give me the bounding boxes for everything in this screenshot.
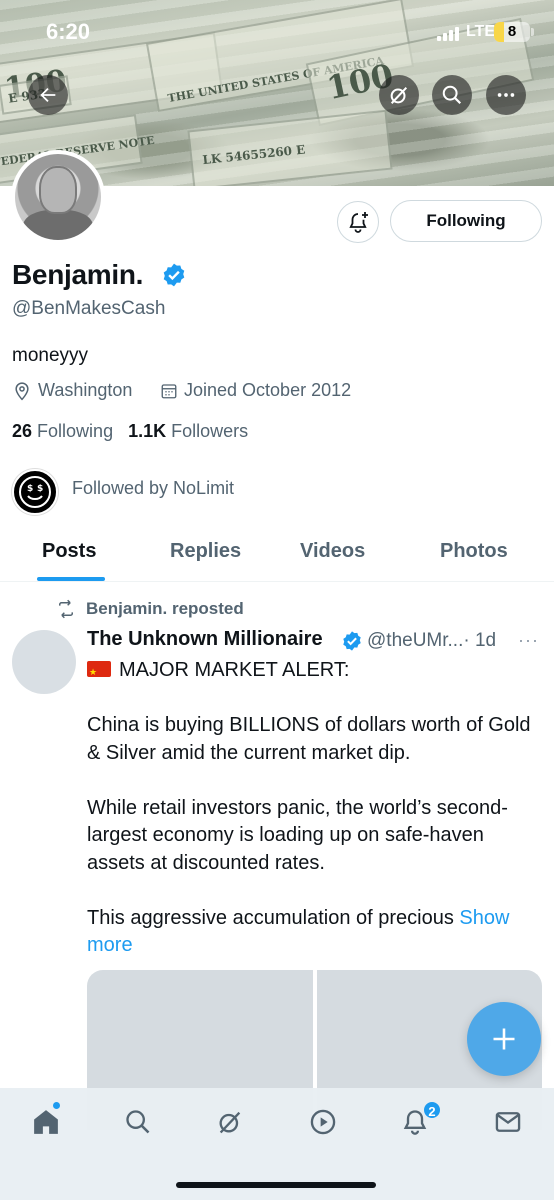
post-paragraph-3: This aggressive accumulation of precious: [87, 906, 454, 929]
verified-badge-icon: [343, 631, 361, 651]
china-flag-icon: [87, 659, 111, 687]
followed-by-text[interactable]: Followed by NoLimit: [72, 478, 234, 499]
following-count: 26: [12, 421, 33, 441]
profile-joined: Joined October 2012: [160, 380, 351, 401]
plus-icon: [493, 1028, 515, 1050]
home-unread-dot: [53, 1102, 60, 1109]
bell-plus-icon: [349, 212, 368, 233]
verified-badge-icon: [163, 263, 185, 287]
smiley-dollar-icon: $ $: [19, 476, 51, 508]
tab-photos[interactable]: Photos: [440, 540, 508, 563]
location-pin-icon: [15, 381, 29, 400]
avatar-face: [39, 166, 77, 214]
more-horizontal-icon: [497, 93, 515, 97]
repost-icon: [59, 599, 73, 619]
post-more-button[interactable]: ···: [518, 630, 539, 651]
avatar-coat: [23, 210, 93, 240]
tab-posts[interactable]: Posts: [42, 540, 96, 563]
follow-counts: 26 Following 1.1K Followers: [12, 421, 248, 442]
grok-icon: [390, 86, 408, 104]
post-handle-text: @theUMr...: [367, 630, 464, 651]
post-time: · 1d: [463, 630, 497, 651]
tab-replies[interactable]: Replies: [170, 540, 241, 563]
repost-indicator[interactable]: Benjamin. reposted: [56, 599, 244, 619]
followed-by-avatar[interactable]: $ $: [12, 469, 58, 515]
post-paragraph-1: China is buying BILLIONS of dollars wort…: [87, 714, 531, 764]
search-icon: [442, 85, 462, 105]
grok-icon: [219, 1111, 241, 1134]
battery-icon: 8: [494, 22, 530, 42]
profile-handle: @BenMakesCash: [12, 298, 166, 319]
nav-home[interactable]: [28, 1104, 64, 1140]
repost-label: Benjamin. reposted: [86, 599, 244, 618]
joined-text: Joined October 2012: [184, 380, 352, 400]
video-icon: [310, 1109, 336, 1135]
following-label: Following: [37, 421, 114, 441]
followers-label: Followers: [171, 421, 249, 441]
nav-video[interactable]: [305, 1104, 341, 1140]
more-button[interactable]: [486, 75, 526, 115]
battery-tip: [531, 28, 534, 36]
nav-search[interactable]: [120, 1104, 156, 1140]
svg-text:$: $: [37, 484, 43, 494]
compose-button[interactable]: [467, 1002, 541, 1076]
back-button[interactable]: [28, 75, 68, 115]
home-icon: [34, 1110, 58, 1134]
search-button[interactable]: [432, 75, 472, 115]
grok-button[interactable]: [379, 75, 419, 115]
battery-level: 8: [507, 23, 517, 40]
svg-text:$: $: [27, 484, 33, 494]
signal-icon: [437, 27, 463, 41]
location-text: Washington: [38, 380, 133, 400]
post-headline: MAJOR MARKET ALERT:: [119, 659, 350, 681]
search-icon: [126, 1110, 150, 1134]
profile-name: Benjamin.: [12, 259, 144, 290]
network-label: LTE: [466, 23, 496, 40]
followers-count: 1.1K: [128, 421, 167, 441]
post-body[interactable]: MAJOR MARKET ALERT: China is buying BILL…: [87, 657, 543, 987]
messages-icon: [495, 1112, 521, 1132]
profile-avatar[interactable]: [11, 150, 105, 244]
post-author-handle: @theUMr...· 1d: [367, 630, 496, 652]
active-tab-indicator: [37, 577, 105, 581]
nav-messages[interactable]: [490, 1104, 526, 1140]
home-indicator[interactable]: [176, 1182, 376, 1188]
profile-tabs: Posts Replies Videos Photos: [0, 520, 554, 582]
notifications-badge: 2: [422, 1100, 442, 1120]
tab-videos[interactable]: Videos: [300, 540, 365, 563]
banner-bill: LK 54655260 E: [187, 109, 393, 186]
followers-link[interactable]: 1.1K Followers: [128, 421, 248, 441]
following-button[interactable]: Following: [390, 200, 542, 242]
profile-location: Washington: [12, 380, 132, 401]
arrow-left-icon: [40, 87, 56, 103]
post-author-name[interactable]: The Unknown Millionaire: [87, 628, 323, 651]
calendar-icon: [161, 383, 177, 398]
post-author-avatar[interactable]: [12, 630, 76, 694]
notify-button[interactable]: [337, 201, 379, 243]
profile-bio: moneyyy: [12, 345, 89, 366]
nav-grok[interactable]: [212, 1104, 248, 1140]
post-paragraph-2: While retail investors panic, the world’…: [87, 796, 508, 874]
following-link[interactable]: 26 Following: [12, 421, 113, 441]
status-time: 6:20: [46, 19, 91, 44]
status-bar: 6:20 LTE 8: [0, 0, 554, 60]
